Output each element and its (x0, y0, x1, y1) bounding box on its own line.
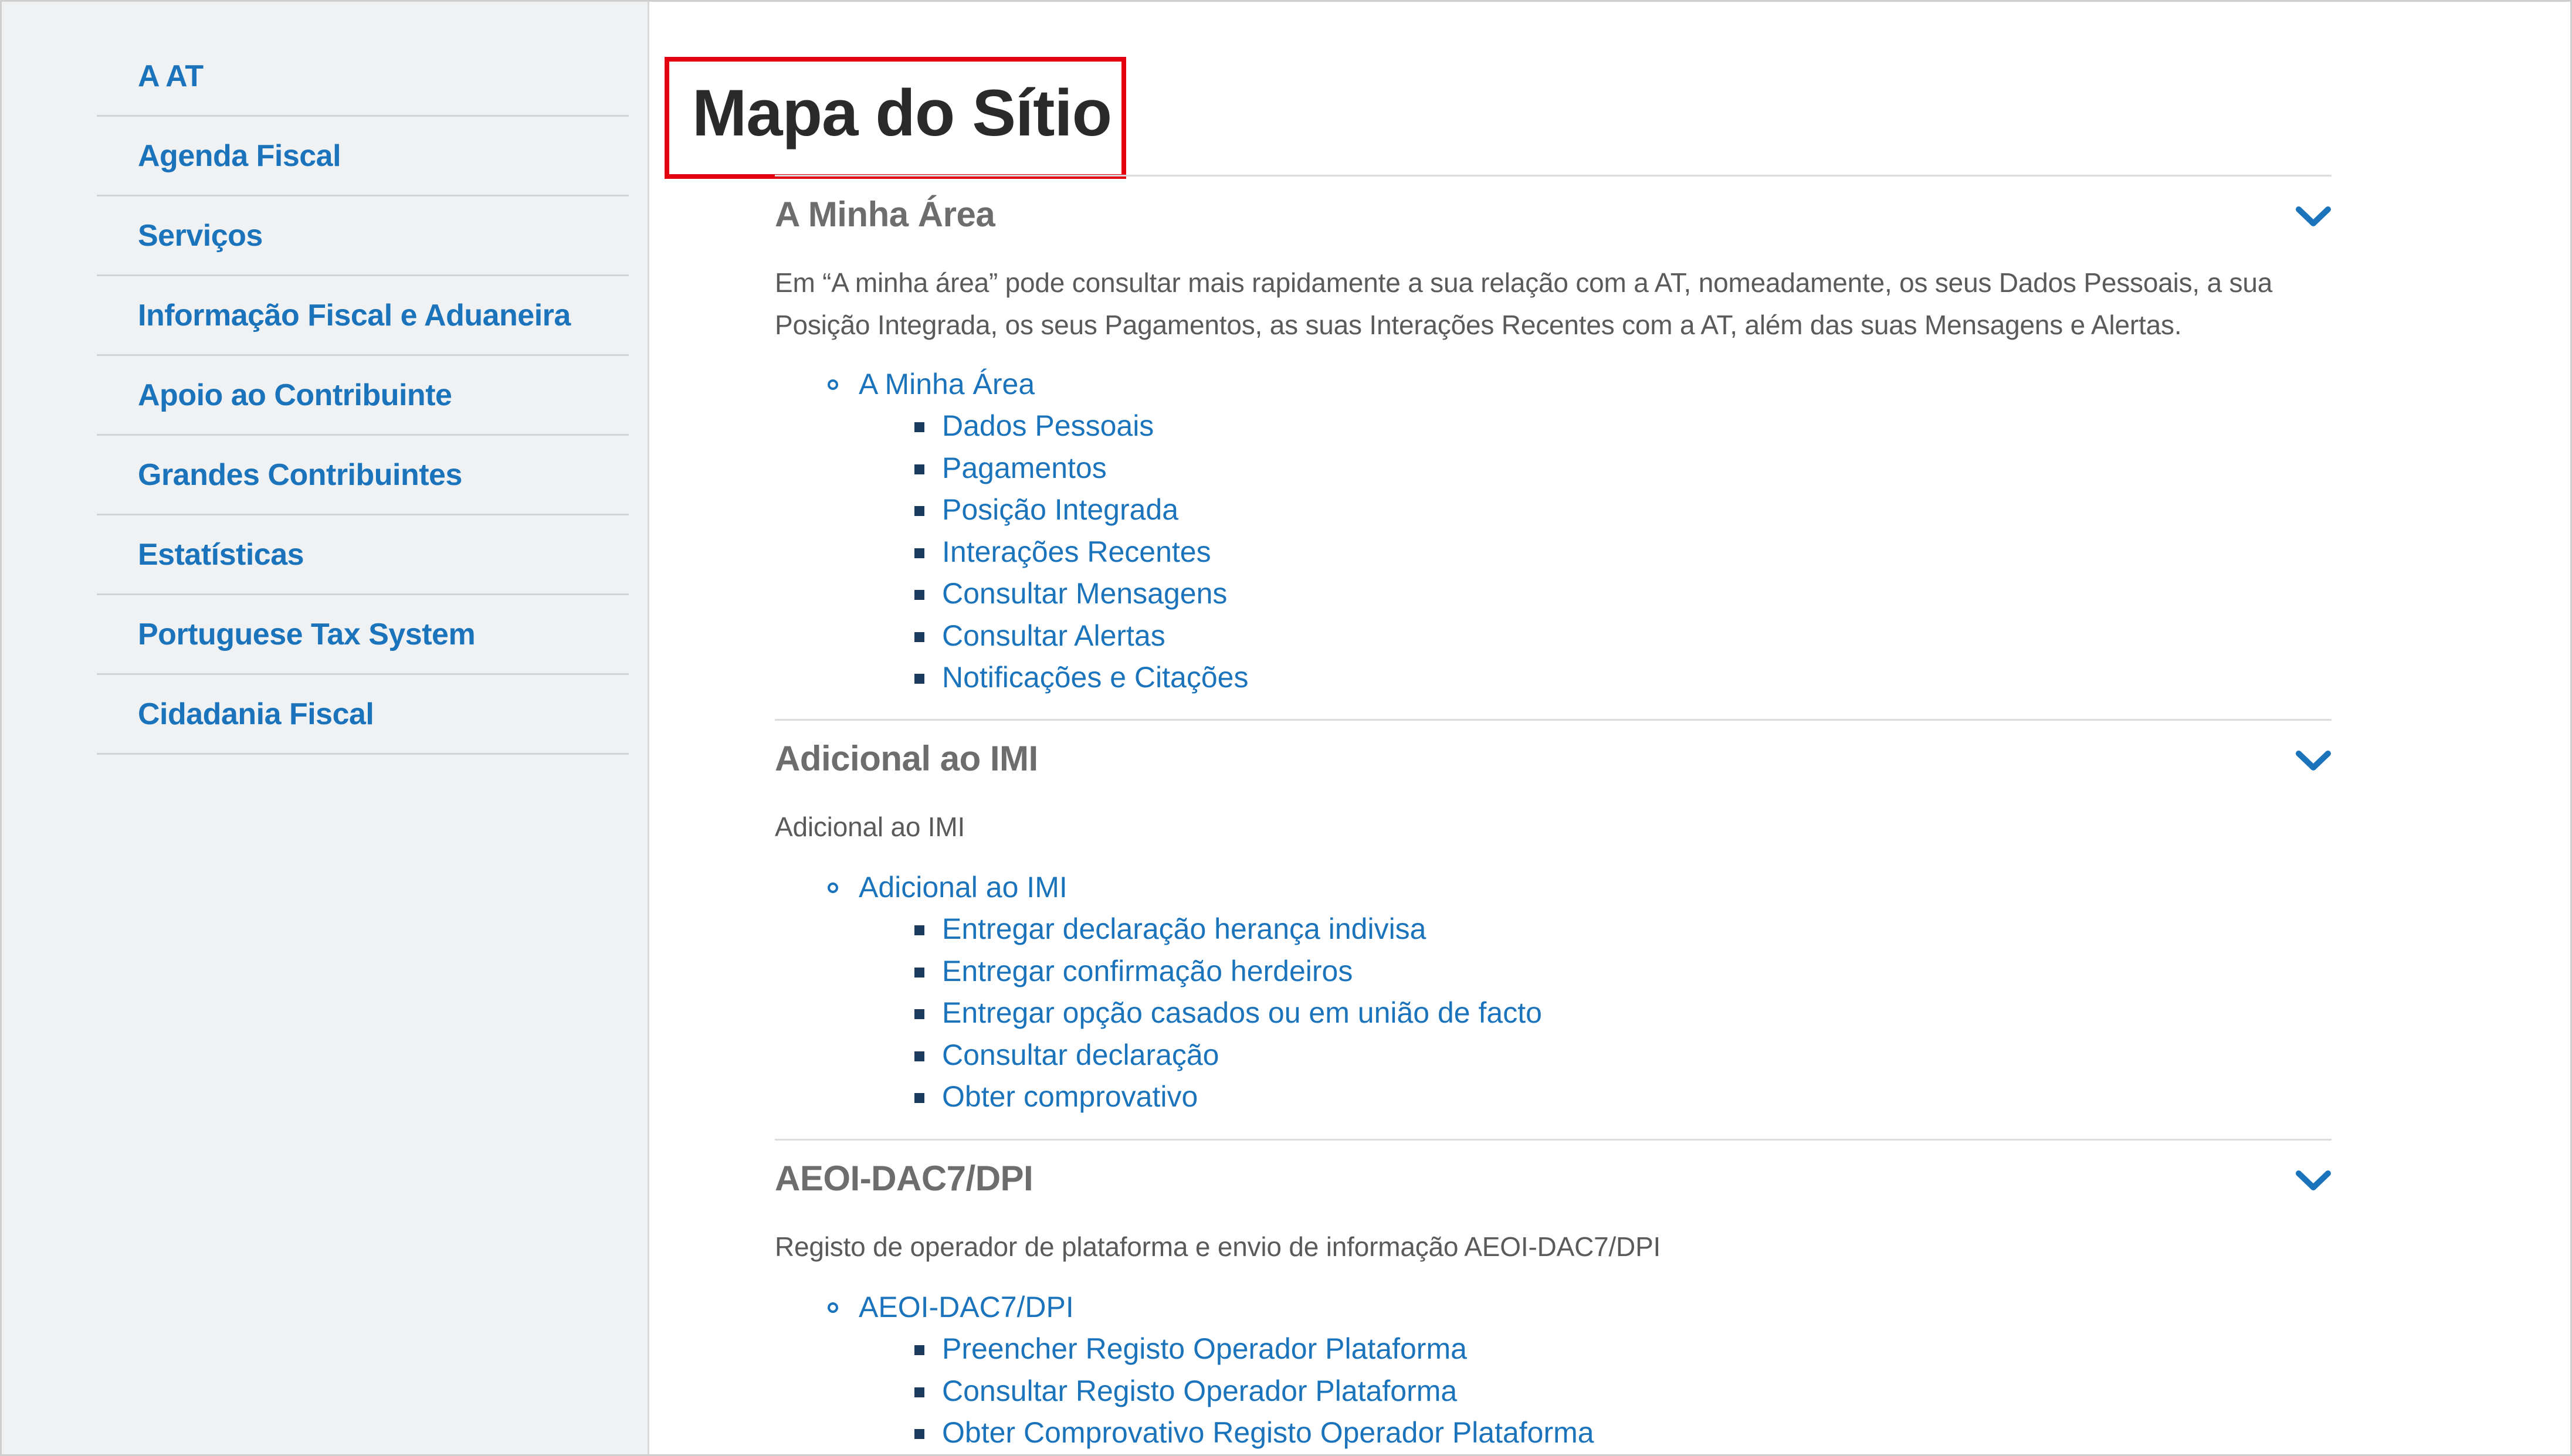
list-item: Notificações e Citações (859, 657, 1248, 699)
section-heading[interactable]: Adicional ao IMI (775, 738, 1038, 779)
list-item: Consultar Registo Operador Plataforma (859, 1370, 1594, 1413)
sidebar-item-agenda-fiscal[interactable]: Agenda Fiscal (97, 117, 629, 196)
sidebar-item-grandes-contribuintes[interactable]: Grandes Contribuintes (97, 436, 629, 515)
list-item: Dados Pessoais (859, 405, 1248, 447)
list-item: Consultar Mensagens (859, 573, 1248, 615)
sidebar-item-estatisticas[interactable]: Estatísticas (97, 515, 629, 595)
sitemap-link[interactable]: Entregar confirmação herdeiros (942, 955, 1353, 987)
list-item: Obter Comprovativo Registo Operador Plat… (859, 1412, 1594, 1454)
section-heading[interactable]: AEOI-DAC7/DPI (775, 1158, 1033, 1199)
sitemap-link[interactable]: Notificações e Citações (942, 661, 1248, 694)
sidebar-link[interactable]: Serviços (138, 218, 263, 253)
sitemap-link[interactable]: Obter comprovativo (942, 1080, 1198, 1113)
group-link[interactable]: AEOI-DAC7/DPI (859, 1291, 1074, 1323)
sidebar-link[interactable]: Informação Fiscal e Aduaneira (138, 298, 571, 333)
sitemap-link[interactable]: Obter Comprovativo Registo Operador Plat… (942, 1416, 1594, 1449)
sidebar-link[interactable]: Agenda Fiscal (138, 138, 341, 174)
sidebar-link[interactable]: Cidadania Fiscal (138, 697, 374, 732)
sidebar-item-servicos[interactable]: Serviços (97, 196, 629, 276)
sitemap-link[interactable]: Entregar declaração herança indivisa (942, 912, 1426, 945)
sitemap-link[interactable]: Interações Recentes (942, 535, 1211, 568)
sitemap-link[interactable]: Posição Integrada (942, 493, 1178, 526)
section-adicional-imi: Adicional ao IMI Adicional ao IMI Adicio… (775, 719, 2332, 1138)
sidebar: A AT Agenda Fiscal Serviços Informação F… (2, 2, 649, 1454)
sidebar-item-cidadania-fiscal[interactable]: Cidadania Fiscal (97, 675, 629, 755)
list-item: Consultar declaração (859, 1034, 1542, 1077)
sidebar-link[interactable]: Portuguese Tax System (138, 617, 476, 652)
sidebar-item-informacao-fiscal[interactable]: Informação Fiscal e Aduaneira (97, 276, 629, 356)
list-item: AEOI-DAC7/DPI Preencher Registo Operador… (801, 1286, 1594, 1454)
list-item: Interações Recentes (859, 531, 1248, 573)
chevron-down-icon[interactable] (2295, 205, 2332, 228)
sitemap-link[interactable]: Entregar opção casados ou em união de fa… (942, 996, 1542, 1029)
sidebar-link[interactable]: Apoio ao Contribuinte (138, 378, 452, 413)
sitemap-tree: Adicional ao IMI Entregar declaração her… (801, 866, 1542, 1118)
sidebar-link[interactable]: Estatísticas (138, 537, 304, 572)
sidebar-menu: A AT Agenda Fiscal Serviços Informação F… (97, 37, 629, 755)
sitemap-link[interactable]: Dados Pessoais (942, 409, 1154, 442)
list-item: Obter comprovativo (859, 1076, 1542, 1118)
list-item: Adicional ao IMI Entregar declaração her… (801, 866, 1542, 1118)
list-item: Entregar declaração herança indivisa (859, 908, 1542, 951)
section-a-minha-area: A Minha Área Em “A minha área” pode cons… (775, 175, 2332, 717)
sitemap-tree: AEOI-DAC7/DPI Preencher Registo Operador… (801, 1286, 1594, 1454)
sidebar-link[interactable]: Grandes Contribuintes (138, 457, 462, 493)
sitemap-link[interactable]: Preencher Registo Operador Plataforma (942, 1332, 1467, 1365)
list-item: Pagamentos (859, 447, 1248, 490)
sitemap-link[interactable]: Consultar Registo Operador Plataforma (942, 1374, 1457, 1407)
chevron-down-icon[interactable] (2295, 1169, 2332, 1192)
section-heading[interactable]: A Minha Área (775, 194, 995, 235)
page-title: Mapa do Sítio (692, 76, 1112, 150)
list-item: A Minha Área Dados Pessoais Pagamentos P… (801, 363, 1248, 699)
list-item: Preencher Registo Operador Plataforma (859, 1328, 1594, 1370)
list-item: Posição Integrada (859, 489, 1248, 531)
sub-links: Dados Pessoais Pagamentos Posição Integr… (859, 405, 1248, 699)
sitemap-link[interactable]: Consultar Mensagens (942, 577, 1227, 610)
section-description: Registo de operador de plataforma e envi… (775, 1231, 1661, 1262)
section-aeoi-dac7: AEOI-DAC7/DPI Registo de operador de pla… (775, 1139, 2332, 1454)
section-description: Adicional ao IMI (775, 812, 965, 842)
sitemap-link[interactable]: Consultar Alertas (942, 619, 1165, 652)
sitemap-link[interactable]: Pagamentos (942, 452, 1107, 484)
list-item: Consultar Alertas (859, 615, 1248, 657)
sub-links: Entregar declaração herança indivisa Ent… (859, 908, 1542, 1118)
sidebar-item-a-at[interactable]: A AT (97, 37, 629, 117)
list-item: Entregar confirmação herdeiros (859, 951, 1542, 993)
sitemap-link[interactable]: Consultar declaração (942, 1038, 1219, 1071)
chevron-down-icon[interactable] (2295, 749, 2332, 772)
sub-links: Preencher Registo Operador Plataforma Co… (859, 1328, 1594, 1454)
list-item: Entregar opção casados ou em união de fa… (859, 992, 1542, 1034)
section-description: Em “A minha área” pode consultar mais ra… (775, 267, 2273, 340)
sitemap-tree: A Minha Área Dados Pessoais Pagamentos P… (801, 363, 1248, 699)
group-link[interactable]: Adicional ao IMI (859, 871, 1068, 904)
group-link[interactable]: A Minha Área (859, 368, 1035, 401)
sidebar-link[interactable]: A AT (138, 59, 204, 94)
sidebar-item-portuguese-tax-system[interactable]: Portuguese Tax System (97, 595, 629, 675)
sidebar-item-apoio-contribuinte[interactable]: Apoio ao Contribuinte (97, 356, 629, 436)
